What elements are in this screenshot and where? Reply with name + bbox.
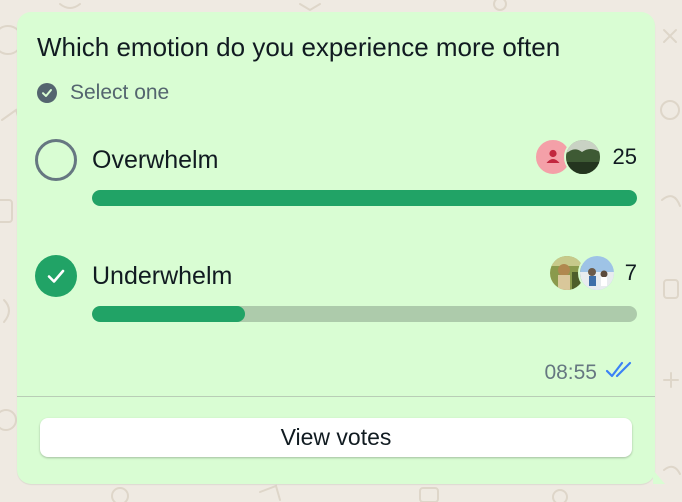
- beach-photo-avatar: [578, 254, 616, 292]
- voter-avatars[interactable]: [548, 254, 616, 292]
- instruction-text: Select one: [70, 81, 170, 104]
- message-meta: 08:55: [544, 360, 635, 386]
- radio-unchecked-icon[interactable]: [35, 139, 77, 181]
- bubble-tail: [653, 470, 665, 484]
- divider: [17, 396, 655, 397]
- poll-option-overwhelm[interactable]: Overwhelm 25: [35, 138, 637, 218]
- poll-option-underwhelm[interactable]: Underwhelm 7: [35, 254, 637, 334]
- option-label: Overwhelm: [92, 146, 219, 174]
- vote-count: 25: [612, 144, 637, 169]
- vote-count: 7: [624, 260, 637, 285]
- poll-message-bubble: Which emotion do you experience more oft…: [17, 12, 665, 484]
- message-time: 08:55: [544, 361, 597, 384]
- poll-instruction: Select one: [37, 81, 169, 105]
- option-label: Underwhelm: [92, 262, 233, 290]
- vote-progress-fill: [92, 190, 637, 206]
- double-check-read-icon: [605, 360, 635, 386]
- vote-progress-bar: [92, 306, 637, 322]
- checkmark-circle-icon: [37, 83, 57, 103]
- poll-question: Which emotion do you experience more oft…: [37, 32, 561, 62]
- radio-checked-icon[interactable]: [35, 255, 77, 297]
- vote-progress-fill: [92, 306, 245, 322]
- vote-progress-bar: [92, 190, 637, 206]
- landscape-photo-avatar: [564, 138, 602, 176]
- view-votes-button[interactable]: View votes: [40, 418, 632, 457]
- voter-avatars[interactable]: [534, 138, 602, 176]
